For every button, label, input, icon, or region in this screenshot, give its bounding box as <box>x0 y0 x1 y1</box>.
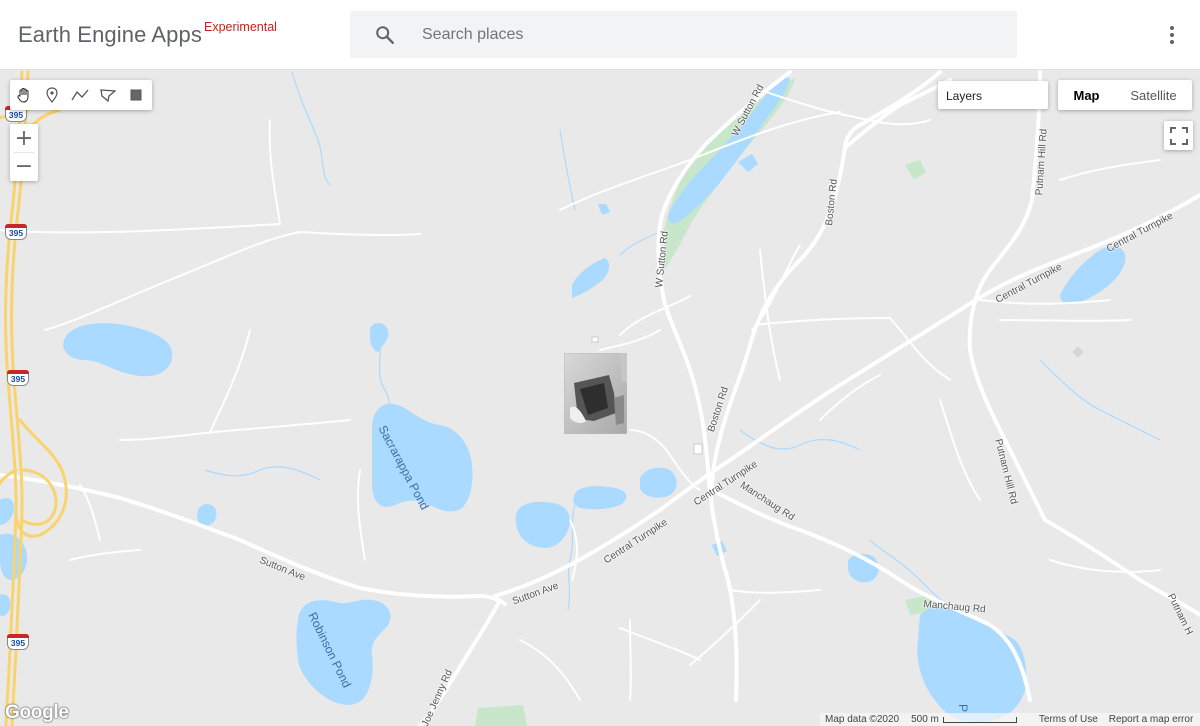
search-icon[interactable] <box>374 24 396 46</box>
zoom-in-button[interactable]: + <box>10 124 38 152</box>
interstate-shield: 395 <box>5 224 27 240</box>
experimental-badge: Experimental <box>204 20 277 34</box>
report-error-link[interactable]: Report a map error <box>1109 714 1193 725</box>
map-type-satellite-button[interactable]: Satellite <box>1115 80 1192 110</box>
scale-bar <box>942 716 1017 723</box>
app-title: Earth Engine Apps <box>18 22 202 47</box>
line-icon[interactable] <box>66 80 94 110</box>
interstate-shield: 395 <box>7 634 29 650</box>
layers-dropdown[interactable]: Layers <box>938 81 1048 109</box>
fullscreen-icon <box>1169 126 1188 145</box>
map-type-map-button[interactable]: Map <box>1058 80 1115 110</box>
more-vert-icon[interactable] <box>1161 23 1183 47</box>
map-canvas[interactable]: Sacrarappa Pond Robinson Pond P W Sutton… <box>0 70 1200 726</box>
search-input[interactable] <box>422 11 1002 58</box>
rectangle-icon[interactable] <box>122 80 150 110</box>
drawing-toolbar <box>10 80 152 110</box>
google-logo: Google <box>5 702 69 723</box>
pan-hand-icon[interactable] <box>10 80 38 110</box>
interstate-shield: 395 <box>7 370 29 386</box>
app-header: Earth Engine Apps Experimental <box>0 0 1200 70</box>
image-overlay <box>564 353 627 434</box>
zoom-out-button[interactable]: − <box>10 152 38 180</box>
map-type-control: Map Satellite <box>1058 80 1192 110</box>
fullscreen-button[interactable] <box>1164 121 1193 150</box>
water-label: P <box>956 704 970 713</box>
point-marker-icon[interactable] <box>38 80 66 110</box>
zoom-control: + − <box>10 124 38 181</box>
scale-label: 500 m <box>911 714 939 725</box>
search-box[interactable] <box>350 11 1017 58</box>
terms-link[interactable]: Terms of Use <box>1039 714 1098 725</box>
map-footer: Map data ©2020 500 m Terms of Use Report… <box>820 713 1200 726</box>
polygon-icon[interactable] <box>94 80 122 110</box>
map-data-attribution: Map data ©2020 <box>825 714 900 725</box>
